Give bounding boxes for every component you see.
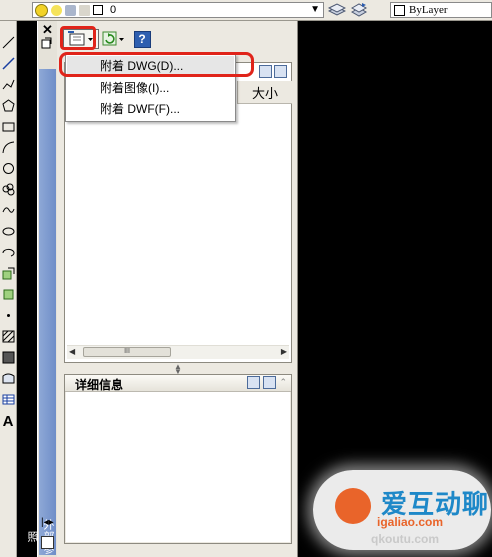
circle-icon	[2, 162, 14, 174]
tree-view-icon[interactable]	[274, 65, 287, 78]
line-tool[interactable]	[1, 35, 15, 49]
spline-icon	[2, 206, 14, 213]
auto-hide-icon[interactable]	[41, 37, 53, 49]
palette-menu-icon[interactable]	[41, 536, 54, 549]
layer-name: 0	[110, 4, 117, 16]
scroll-left-icon[interactable]: ◀	[69, 347, 75, 356]
revision-cloud-tool[interactable]	[1, 182, 15, 196]
polyline-tool[interactable]	[1, 77, 15, 91]
properties-icon[interactable]: |◂▸	[41, 517, 54, 528]
ellipse-arc-icon	[1, 248, 14, 256]
linetype-value: ByLayer	[409, 4, 448, 16]
scroll-right-icon[interactable]: ▶	[281, 347, 287, 356]
draw-toolbar: A	[0, 21, 17, 557]
arc-tool[interactable]	[1, 140, 15, 154]
layer-on-icon	[35, 3, 48, 17]
details-panel: 详细信息 ⌃	[64, 374, 292, 544]
circle-tool[interactable]	[1, 161, 15, 175]
point-tool[interactable]	[1, 308, 15, 322]
layer-previous-icon	[350, 3, 368, 17]
panel-splitter[interactable]: ▲ ▼	[174, 363, 182, 376]
attach-image-menu-item[interactable]: 附着图像(I)...	[67, 78, 234, 98]
scrollbar-thumb[interactable]: III	[83, 347, 171, 357]
highlight-attach-button	[60, 26, 96, 50]
layer-stack-icon	[327, 3, 347, 16]
hatch-tool[interactable]	[1, 329, 15, 343]
ellipse-icon	[2, 227, 14, 235]
xline-icon	[1, 56, 15, 70]
color-swatch-icon	[394, 4, 405, 16]
region-icon	[2, 373, 14, 383]
size-column-header[interactable]: 大小	[237, 81, 292, 104]
list-view-icon[interactable]	[259, 65, 272, 78]
freeze-icon	[51, 4, 62, 16]
refresh-icon	[102, 31, 124, 46]
insert-block-icon	[2, 267, 14, 279]
layer-dropdown[interactable]: 0 ▼	[32, 2, 324, 18]
polyline-icon	[2, 79, 14, 89]
gradient-icon	[2, 351, 14, 363]
region-tool[interactable]	[1, 371, 15, 385]
text-a-icon: A	[2, 412, 14, 430]
linetype-dropdown[interactable]: ByLayer	[390, 2, 492, 18]
spline-tool[interactable]	[1, 203, 15, 217]
insert-block-tool[interactable]	[1, 266, 15, 280]
highlight-attach-dwg	[59, 52, 254, 77]
point-icon	[6, 313, 10, 317]
watermark-url: igaliao.com	[377, 515, 444, 529]
line-icon	[2, 36, 14, 48]
multiline-text-tool[interactable]: A	[1, 412, 15, 430]
details-header-icons: ⌃	[247, 376, 287, 389]
top-toolbar: 0 ▼ ByLayer	[0, 0, 492, 21]
watermark-logo-icon	[335, 488, 371, 524]
watermark: 爱互动聊 igaliao.com qkoutu.com	[313, 470, 491, 550]
polygon-icon	[1, 98, 15, 111]
help-icon: ?	[133, 30, 151, 48]
chevron-down-icon: ▼	[310, 4, 320, 15]
details-title: 详细信息	[75, 378, 124, 392]
color-swatch-icon	[93, 5, 103, 15]
close-icon[interactable]: ✕	[42, 22, 53, 38]
rectangle-tool[interactable]	[1, 119, 15, 133]
table-icon	[2, 394, 14, 404]
details-view-icon[interactable]	[247, 376, 261, 389]
details-header: 详细信息 ⌃	[65, 375, 291, 392]
palette-title-strip: 外部参照	[26, 69, 56, 555]
list-view-toggles	[259, 65, 287, 78]
table-tool[interactable]	[1, 392, 15, 406]
horizontal-scrollbar[interactable]: ◀ III ▶	[67, 345, 289, 359]
make-block-icon	[3, 289, 13, 299]
polygon-tool[interactable]	[1, 98, 15, 112]
palette-title-bar[interactable]: ✕ 外部参照 |◂▸	[26, 21, 57, 557]
details-content	[66, 392, 290, 542]
layer-freeze-viewport-icon	[65, 4, 76, 16]
layer-previous-button[interactable]	[350, 2, 370, 19]
ellipse-tool[interactable]	[1, 224, 15, 238]
construction-line-tool[interactable]	[1, 56, 15, 70]
rectangle-icon	[2, 122, 14, 131]
attach-dwf-menu-item[interactable]: 附着 DWF(F)...	[67, 99, 234, 119]
gradient-tool[interactable]	[1, 350, 15, 364]
refresh-button[interactable]	[101, 29, 127, 49]
make-block-tool[interactable]	[1, 287, 15, 301]
ellipse-arc-tool[interactable]	[1, 245, 15, 259]
arc-icon	[2, 141, 14, 153]
help-button[interactable]: ?	[133, 29, 151, 49]
lock-icon	[79, 4, 90, 16]
watermark-url-secondary: qkoutu.com	[371, 532, 439, 546]
hatch-icon	[2, 330, 14, 342]
make-layer-current-button[interactable]	[327, 2, 348, 19]
collapse-icon[interactable]: ⌃	[279, 377, 287, 388]
cloud-icon	[2, 183, 14, 195]
preview-icon[interactable]	[263, 376, 277, 389]
